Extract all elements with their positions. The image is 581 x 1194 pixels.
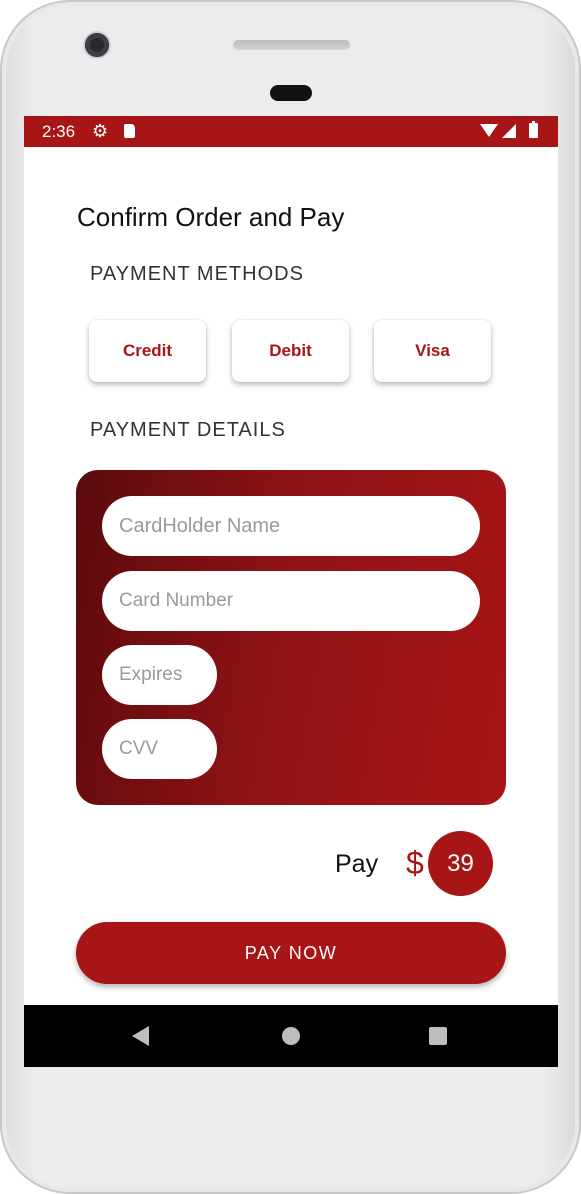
currency-symbol: $ xyxy=(406,845,424,881)
amount-badge: 39 xyxy=(428,831,493,896)
back-icon[interactable] xyxy=(132,1026,149,1046)
battery-icon xyxy=(529,121,538,138)
earpiece-speaker xyxy=(233,40,350,50)
cardholder-name-input[interactable] xyxy=(102,496,480,556)
debit-method-button[interactable]: Debit xyxy=(232,320,349,382)
visa-method-button[interactable]: Visa xyxy=(374,320,491,382)
payment-details-heading: PAYMENT DETAILS xyxy=(90,419,286,441)
navigation-bar xyxy=(24,1005,558,1067)
phone-frame: 2:36 ⚙ Confirm Order and Pay PAYMENT MET… xyxy=(0,0,581,1194)
payment-methods-heading: PAYMENT METHODS xyxy=(90,263,304,285)
pay-now-button[interactable]: PAY NOW xyxy=(76,922,506,984)
sd-card-icon xyxy=(124,124,135,138)
home-icon[interactable] xyxy=(282,1027,300,1045)
expires-input[interactable] xyxy=(102,645,217,705)
pay-label: Pay xyxy=(335,850,379,878)
status-time: 2:36 xyxy=(42,122,76,141)
wifi-icon xyxy=(480,124,498,137)
gear-icon: ⚙ xyxy=(92,121,109,141)
proximity-sensor xyxy=(270,85,312,101)
app-screen: 2:36 ⚙ Confirm Order and Pay PAYMENT MET… xyxy=(24,116,558,1067)
recents-icon[interactable] xyxy=(429,1027,447,1045)
credit-method-button[interactable]: Credit xyxy=(89,320,206,382)
page-title: Confirm Order and Pay xyxy=(77,202,345,232)
signal-icon xyxy=(502,124,516,138)
status-bar: 2:36 ⚙ xyxy=(24,116,558,147)
payment-details-card xyxy=(76,470,506,805)
cvv-input[interactable] xyxy=(102,719,217,779)
front-camera xyxy=(85,33,109,57)
card-number-input[interactable] xyxy=(102,571,480,631)
